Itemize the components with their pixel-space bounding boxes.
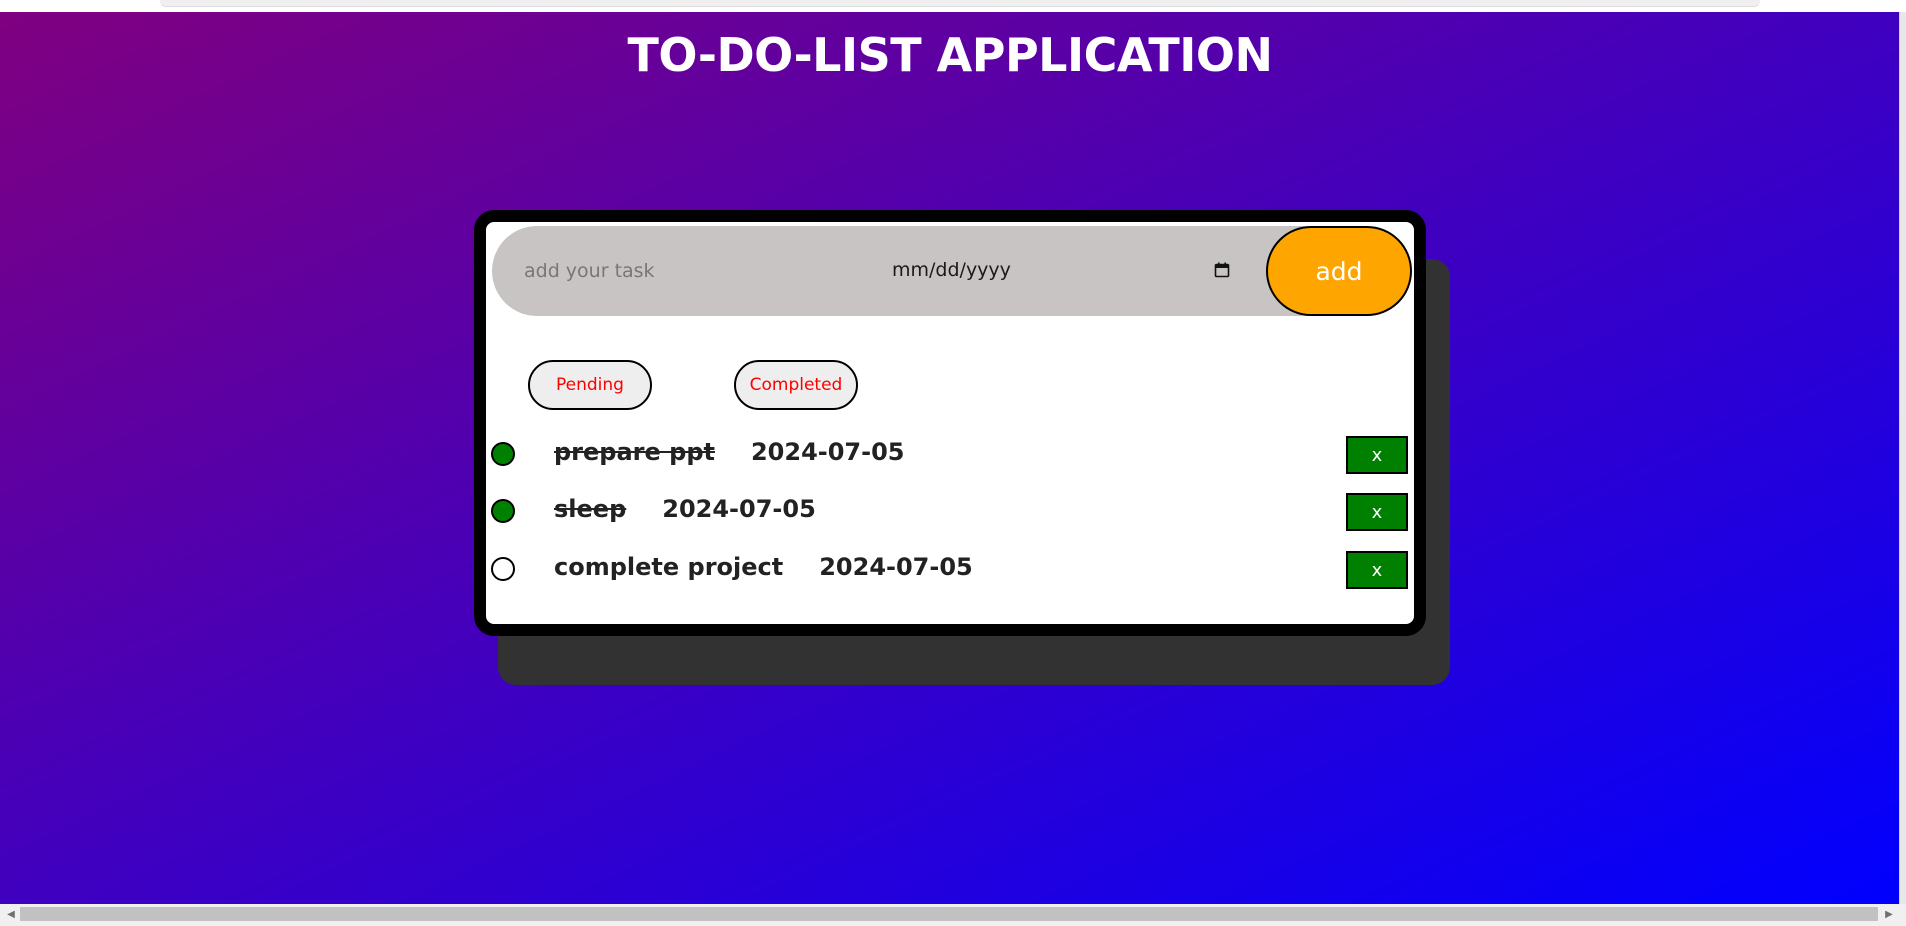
task-title: complete project <box>554 553 784 581</box>
pending-filter-button[interactable]: Pending <box>528 360 652 410</box>
task-title: prepare ppt <box>554 438 715 466</box>
task-complete-toggle[interactable] <box>491 442 515 466</box>
task-date: 2024-07-05 <box>819 553 973 581</box>
calendar-icon[interactable] <box>1214 262 1230 278</box>
date-input-placeholder: mm/dd/yyyy <box>892 259 1011 281</box>
horizontal-scrollbar[interactable]: ◀ ▶ <box>0 904 1906 926</box>
vertical-scrollbar[interactable] <box>1899 12 1906 904</box>
task-date: 2024-07-05 <box>750 438 905 466</box>
scrollbar-thumb[interactable] <box>20 907 1878 921</box>
completed-filter-button[interactable]: Completed <box>734 360 858 410</box>
task-row: prepare ppt 2024-07-05 x <box>486 430 1414 476</box>
task-date: 2024-07-05 <box>662 495 816 523</box>
add-button[interactable]: add <box>1266 226 1412 316</box>
task-row: complete project 2024-07-05 x <box>486 545 1414 591</box>
task-text: prepare ppt 2024-07-05 <box>554 438 904 466</box>
date-input[interactable]: mm/dd/yyyy <box>892 250 1232 290</box>
task-input-bar: mm/dd/yyyy add <box>492 226 1412 316</box>
browser-page: TO-DO-LIST APPLICATION mm/dd/yyyy <box>0 0 1906 926</box>
task-complete-toggle[interactable] <box>491 499 515 523</box>
task-row: sleep 2024-07-05 x <box>486 487 1414 533</box>
task-text: complete project 2024-07-05 <box>554 553 973 581</box>
scroll-right-arrow-icon[interactable]: ▶ <box>1884 910 1894 920</box>
delete-task-button[interactable]: x <box>1346 493 1408 531</box>
task-complete-toggle[interactable] <box>491 557 515 581</box>
todo-card: mm/dd/yyyy add Pending Completed <box>474 210 1426 636</box>
app-viewport: TO-DO-LIST APPLICATION mm/dd/yyyy <box>0 12 1900 904</box>
scroll-left-arrow-icon[interactable]: ◀ <box>6 910 16 920</box>
delete-task-button[interactable]: x <box>1346 551 1408 589</box>
delete-task-button[interactable]: x <box>1346 436 1408 474</box>
task-text: sleep 2024-07-05 <box>554 495 816 523</box>
page-title: TO-DO-LIST APPLICATION <box>627 28 1273 82</box>
task-input[interactable] <box>522 250 856 292</box>
browser-tab-edge <box>160 0 1760 7</box>
task-title: sleep <box>554 495 627 523</box>
browser-top-edge <box>0 0 1906 12</box>
